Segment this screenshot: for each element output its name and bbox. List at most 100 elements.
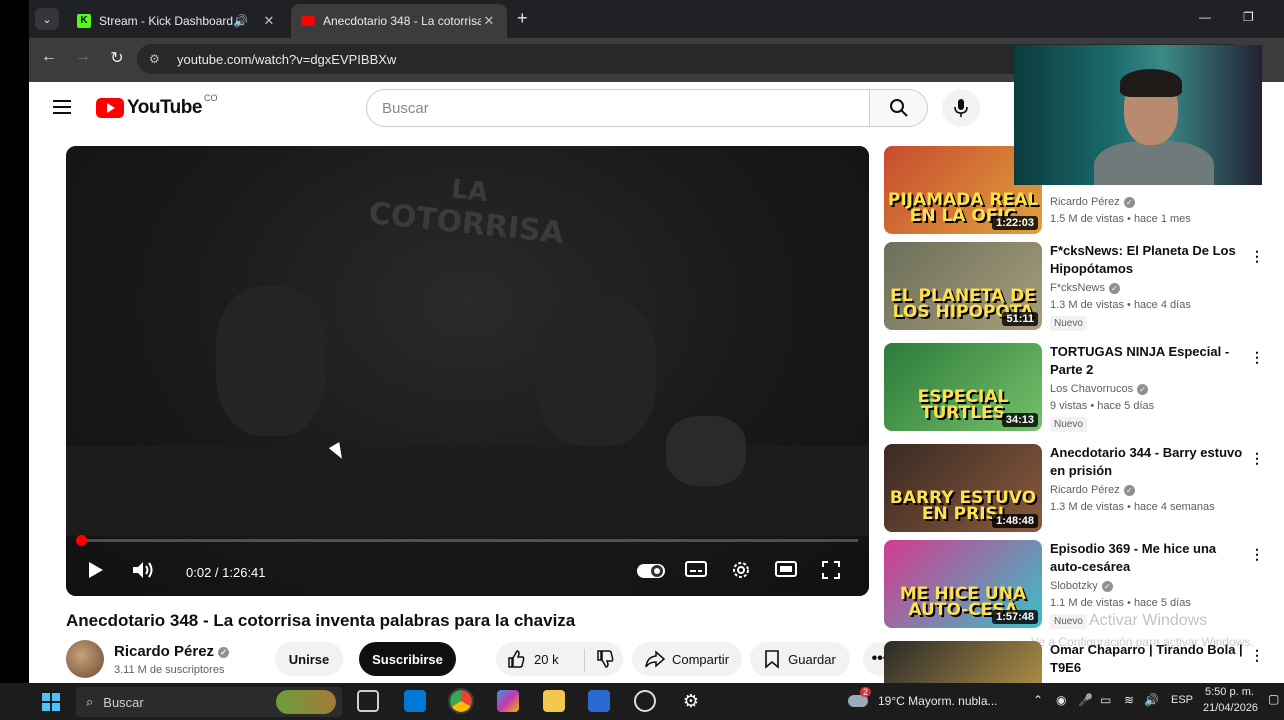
- tab-youtube-active[interactable]: Anecdotario 348 - La cotorrisa ✕: [291, 4, 507, 38]
- minimize-icon[interactable]: —: [1199, 10, 1211, 24]
- search-icon: ⌕: [86, 694, 94, 709]
- like-count: 20 k: [534, 651, 559, 667]
- more-options-icon[interactable]: ⋮: [1250, 248, 1264, 265]
- fullscreen-icon: [822, 561, 840, 579]
- autoplay-toggle[interactable]: [636, 562, 666, 580]
- copilot-icon[interactable]: [497, 690, 519, 712]
- duration-badge: 51:11: [1002, 312, 1038, 326]
- save-button[interactable]: Guardar: [750, 642, 850, 676]
- recommendation-item[interactable]: EL PLANETA DE LOS HIPOPÓTA 51:11 F*cksNews…: [884, 242, 1264, 334]
- video-thumbnail[interactable]: [884, 641, 1042, 683]
- recommendation-item[interactable]: BARRY ESTUVO EN PRISI 1:48:48 Anecdotario …: [884, 444, 1264, 536]
- tab-kick-dashboard[interactable]: K Stream - Kick Dashboard 🔊 ✕: [67, 4, 287, 38]
- reload-icon[interactable]: ↻: [105, 48, 129, 68]
- recommendation-item[interactable]: ESPECIAL TURTLES 34:13 TORTUGAS NINJA Espe…: [884, 343, 1264, 435]
- like-button[interactable]: 20 k: [506, 649, 559, 669]
- file-explorer-icon[interactable]: [543, 690, 565, 712]
- duration-badge: 1:57:48: [992, 610, 1038, 624]
- more-options-icon[interactable]: ⋮: [1250, 546, 1264, 563]
- new-badge: Nuevo: [1050, 614, 1087, 629]
- volume-button[interactable]: [130, 559, 156, 581]
- verified-icon: ✓: [1109, 282, 1121, 294]
- video-thumbnail[interactable]: EL PLANETA DE LOS HIPOPÓTA 51:11: [884, 242, 1042, 330]
- restore-icon[interactable]: ❐: [1243, 10, 1254, 24]
- channel-avatar[interactable]: [66, 640, 104, 678]
- recommendation-info: Anecdotario 344 - Barry estuvo en prisió…: [1050, 444, 1246, 513]
- new-tab-icon[interactable]: +: [517, 8, 528, 29]
- recommendation-channel[interactable]: Slobotzky ✓: [1050, 580, 1246, 592]
- start-button[interactable]: [42, 693, 60, 711]
- wifi-icon[interactable]: ≋: [1124, 693, 1134, 707]
- task-view-icon[interactable]: [357, 690, 379, 712]
- theater-icon: [775, 561, 797, 577]
- video-title: Anecdotario 348 - La cotorrisa inventa p…: [66, 611, 576, 630]
- play-button[interactable]: [84, 559, 106, 581]
- video-thumbnail[interactable]: ME HICE UNA AUTO-CESÁ 1:57:48: [884, 540, 1042, 628]
- weather-text[interactable]: 19°C Mayorm. nubla...: [878, 694, 998, 708]
- mic-tray-icon[interactable]: 🎤: [1078, 693, 1093, 707]
- tab-search-button[interactable]: ⌄: [35, 8, 59, 30]
- youtube-logo[interactable]: YouTube CO: [96, 93, 217, 119]
- more-options-icon[interactable]: ⋮: [1250, 349, 1264, 366]
- speaker-tray-icon[interactable]: 🔊: [1144, 693, 1159, 707]
- close-tab-icon[interactable]: ✕: [261, 13, 277, 29]
- video-thumbnail[interactable]: BARRY ESTUVO EN PRISI 1:48:48: [884, 444, 1042, 532]
- windows-activation-subtext: Ve a Configuración para activar Windows.: [1031, 635, 1254, 649]
- chrome-icon[interactable]: [448, 688, 474, 714]
- person-silhouette: [216, 286, 326, 436]
- recommendation-channel[interactable]: Ricardo Pérez ✓: [1050, 484, 1246, 496]
- channel-name-link[interactable]: Ricardo Pérez ✓: [114, 643, 230, 660]
- youtube-play-icon: [96, 98, 124, 118]
- recommendation-title[interactable]: F*cksNews: El Planeta De Los Hipopótamos: [1050, 242, 1246, 278]
- menu-icon[interactable]: [53, 100, 71, 114]
- camera-tray-icon[interactable]: ◉: [1056, 693, 1066, 707]
- subtitles-button[interactable]: [684, 559, 708, 579]
- verified-icon: ✓: [218, 646, 230, 658]
- thumbs-down-icon: [597, 650, 614, 668]
- clock-date[interactable]: 21/04/2026: [1203, 702, 1258, 714]
- more-options-icon[interactable]: ⋮: [1250, 647, 1264, 664]
- voice-search-button[interactable]: [942, 89, 980, 127]
- progress-scrubber[interactable]: [75, 535, 87, 546]
- theater-mode-button[interactable]: [774, 559, 798, 579]
- subscribe-button[interactable]: Suscribirse: [359, 642, 456, 676]
- recommendation-channel[interactable]: F*cksNews ✓: [1050, 282, 1246, 294]
- forward-icon[interactable]: →: [71, 48, 95, 66]
- network-tray-icon[interactable]: ▭: [1100, 693, 1111, 707]
- notification-icon[interactable]: ▢: [1268, 692, 1279, 706]
- tab-strip: ⌄ K Stream - Kick Dashboard 🔊 ✕ Anecdota…: [29, 0, 1284, 38]
- back-icon[interactable]: ←: [37, 48, 61, 66]
- site-info-icon[interactable]: ⚙: [149, 52, 163, 66]
- settings-button[interactable]: [730, 559, 752, 581]
- obs-icon[interactable]: [634, 690, 656, 712]
- progress-bar[interactable]: [75, 535, 858, 546]
- search-input[interactable]: Buscar: [366, 89, 870, 127]
- youtube-favicon-icon: [301, 16, 315, 26]
- recommendation-title[interactable]: TORTUGAS NINJA Especial - Parte 2: [1050, 343, 1246, 379]
- outlook-icon[interactable]: [404, 690, 426, 712]
- notification-count: 2: [860, 687, 872, 697]
- chevron-up-icon[interactable]: ⌃: [1033, 693, 1043, 707]
- recommendation-meta: 1.3 M de vistas • hace 4 semanas: [1050, 501, 1215, 513]
- settings-gear-icon[interactable]: ⚙: [680, 690, 702, 712]
- join-button[interactable]: Unirse: [275, 642, 343, 676]
- video-thumbnail[interactable]: ESPECIAL TURTLES 34:13: [884, 343, 1042, 431]
- dislike-button[interactable]: [584, 649, 615, 672]
- recommendation-title[interactable]: Episodio 369 - Me hice una auto-cesárea: [1050, 540, 1246, 576]
- recommendation-channel[interactable]: Ricardo Pérez ✓: [1050, 196, 1246, 208]
- language-indicator[interactable]: ESP: [1171, 694, 1193, 706]
- gear-icon: [733, 562, 749, 578]
- clock-time[interactable]: 5:50 p. m.: [1205, 686, 1254, 698]
- close-tab-icon[interactable]: ✕: [481, 13, 497, 29]
- search-button[interactable]: [870, 89, 928, 127]
- store-icon[interactable]: [588, 690, 610, 712]
- recommendation-channel[interactable]: Los Chavorrucos ✓: [1050, 383, 1246, 395]
- recommendation-title[interactable]: Anecdotario 344 - Barry estuvo en prisió…: [1050, 444, 1246, 480]
- share-button[interactable]: Compartir: [632, 642, 742, 676]
- speaker-icon[interactable]: 🔊: [233, 14, 251, 28]
- taskbar-search-input[interactable]: ⌕ Buscar: [76, 687, 342, 717]
- video-player[interactable]: LA COTORRISA 0:02 / 1:26:41: [66, 146, 869, 596]
- fullscreen-button[interactable]: [820, 559, 842, 581]
- recommendation-info: TORTUGAS NINJA Especial - Parte 2 Los Cha…: [1050, 343, 1246, 432]
- more-options-icon[interactable]: ⋮: [1250, 450, 1264, 467]
